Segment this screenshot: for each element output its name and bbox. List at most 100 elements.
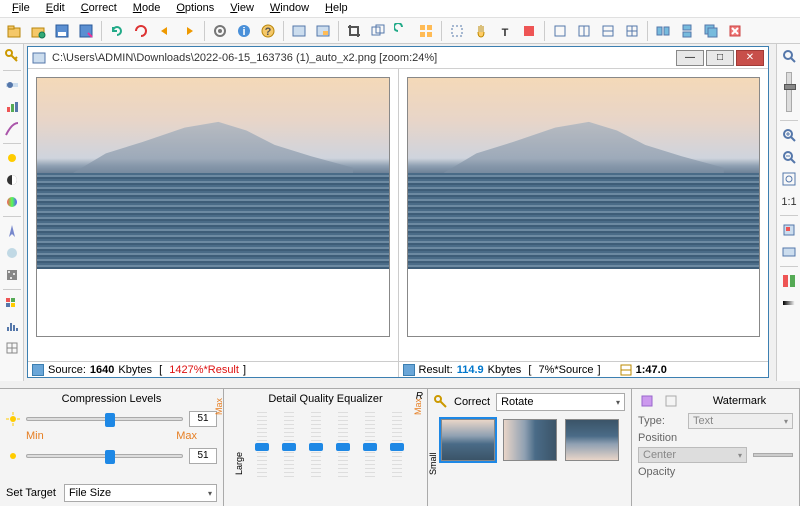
open-file-icon[interactable]: [3, 20, 25, 42]
color-icon[interactable]: [518, 20, 540, 42]
adjust-icon[interactable]: [2, 75, 22, 95]
settings-icon[interactable]: [209, 20, 231, 42]
layout-split-h-icon[interactable]: [573, 20, 595, 42]
resize-icon[interactable]: [367, 20, 389, 42]
wm-type-combo[interactable]: Text: [688, 413, 793, 429]
help-icon[interactable]: ?: [257, 20, 279, 42]
menu-mode[interactable]: Mode: [125, 0, 169, 17]
tile-v-icon[interactable]: [676, 20, 698, 42]
eq-band-4[interactable]: [338, 409, 348, 479]
levels-icon[interactable]: [2, 97, 22, 117]
watermark-icon-1[interactable]: [638, 393, 656, 409]
grid-icon[interactable]: [2, 338, 22, 358]
eq-band-2[interactable]: [284, 409, 294, 479]
contrast-icon[interactable]: [2, 170, 22, 190]
redo-icon[interactable]: [178, 20, 200, 42]
quality-slider-1[interactable]: [26, 417, 183, 421]
menu-correct[interactable]: Correct: [73, 0, 125, 17]
quality-value-2[interactable]: 51: [189, 448, 217, 464]
quality-slider-2[interactable]: [26, 454, 183, 458]
menu-view[interactable]: View: [222, 0, 262, 17]
reload-icon[interactable]: [106, 20, 128, 42]
min-label: Min: [26, 430, 44, 442]
right-toolbar: 1:1: [776, 44, 800, 381]
correct-mode-combo[interactable]: Rotate: [496, 393, 625, 411]
eq-band-1[interactable]: [257, 409, 267, 479]
max-label: Max: [176, 430, 197, 442]
wm-position-slider[interactable]: [753, 453, 793, 457]
cascade-icon[interactable]: [700, 20, 722, 42]
color-swatch-icon[interactable]: [779, 271, 799, 291]
palette-icon[interactable]: [2, 294, 22, 314]
sharpen-icon[interactable]: [2, 221, 22, 241]
batch-icon[interactable]: [415, 20, 437, 42]
magnifier-icon[interactable]: [779, 46, 799, 66]
nav-icon[interactable]: [779, 220, 799, 240]
undo-icon[interactable]: [154, 20, 176, 42]
text-icon[interactable]: T: [494, 20, 516, 42]
menu-file[interactable]: File: [4, 0, 38, 17]
zoom-slider[interactable]: [786, 72, 792, 112]
wm-position-label: Position: [638, 432, 682, 444]
gradient-icon[interactable]: [779, 293, 799, 313]
info-icon[interactable]: i: [233, 20, 255, 42]
refresh-icon[interactable]: [130, 20, 152, 42]
rotate-90-thumb[interactable]: [503, 419, 557, 461]
eq-band-3[interactable]: [311, 409, 321, 479]
window-titlebar[interactable]: C:\Users\ADMIN\Downloads\2022-06-15_1637…: [28, 47, 768, 69]
zoom-in-icon[interactable]: [779, 125, 799, 145]
menu-window[interactable]: Window: [262, 0, 317, 17]
zoom-fit-icon[interactable]: [779, 169, 799, 189]
layout-single-icon[interactable]: [549, 20, 571, 42]
layout-quad-icon[interactable]: [621, 20, 643, 42]
svg-text:i: i: [242, 26, 245, 38]
zoom-100-icon[interactable]: 1:1: [779, 191, 799, 211]
close-all-icon[interactable]: [724, 20, 746, 42]
key-icon: [434, 395, 448, 409]
brightness-icon[interactable]: [2, 148, 22, 168]
noise-icon[interactable]: [2, 265, 22, 285]
histogram-icon[interactable]: [2, 316, 22, 336]
save-as-icon[interactable]: [75, 20, 97, 42]
rotate-180-thumb[interactable]: [565, 419, 619, 461]
quality-value-1[interactable]: 51: [189, 411, 217, 427]
tile-h-icon[interactable]: [652, 20, 674, 42]
watermark-icon-2[interactable]: [662, 393, 680, 409]
image-a-icon[interactable]: [288, 20, 310, 42]
zoom-select-icon[interactable]: [446, 20, 468, 42]
open-folder-icon[interactable]: [27, 20, 49, 42]
crop-icon[interactable]: [343, 20, 365, 42]
preview-icon[interactable]: [779, 242, 799, 262]
save-icon[interactable]: [51, 20, 73, 42]
image-b-icon[interactable]: [312, 20, 334, 42]
eq-band-5[interactable]: [365, 409, 375, 479]
target-mode-combo[interactable]: File Size: [64, 484, 217, 502]
result-pane: [398, 69, 769, 361]
minimize-button[interactable]: —: [676, 50, 704, 66]
rotate-0-thumb[interactable]: [441, 419, 495, 461]
key-icon[interactable]: [2, 46, 22, 66]
layout-split-v-icon[interactable]: [597, 20, 619, 42]
watermark-panel: Watermark Type:Text Position Center Opac…: [632, 389, 800, 506]
zoom-out-icon[interactable]: [779, 147, 799, 167]
blur-icon[interactable]: [2, 243, 22, 263]
rotate-icon[interactable]: [391, 20, 413, 42]
menu-edit[interactable]: Edit: [38, 0, 73, 17]
eq-large-label: Large: [234, 452, 244, 475]
menu-options[interactable]: Options: [168, 0, 222, 17]
curves-icon[interactable]: [2, 119, 22, 139]
hue-icon[interactable]: [2, 192, 22, 212]
eq-band-6[interactable]: [392, 409, 402, 479]
maximize-button[interactable]: □: [706, 50, 734, 66]
close-button[interactable]: ✕: [736, 50, 764, 66]
result-image[interactable]: [407, 77, 761, 337]
watermark-title: Watermark: [686, 395, 793, 407]
equalizer-title: Detail Quality Equalizer: [230, 393, 421, 405]
main-toolbar: i ? T: [0, 18, 800, 44]
svg-text:1:1: 1:1: [781, 196, 796, 208]
menu-help[interactable]: Help: [317, 0, 356, 17]
wm-position-combo[interactable]: Center: [638, 447, 747, 463]
source-image[interactable]: [36, 77, 390, 337]
hand-icon[interactable]: [470, 20, 492, 42]
correct-panel: Correct Rotate: [428, 389, 632, 506]
